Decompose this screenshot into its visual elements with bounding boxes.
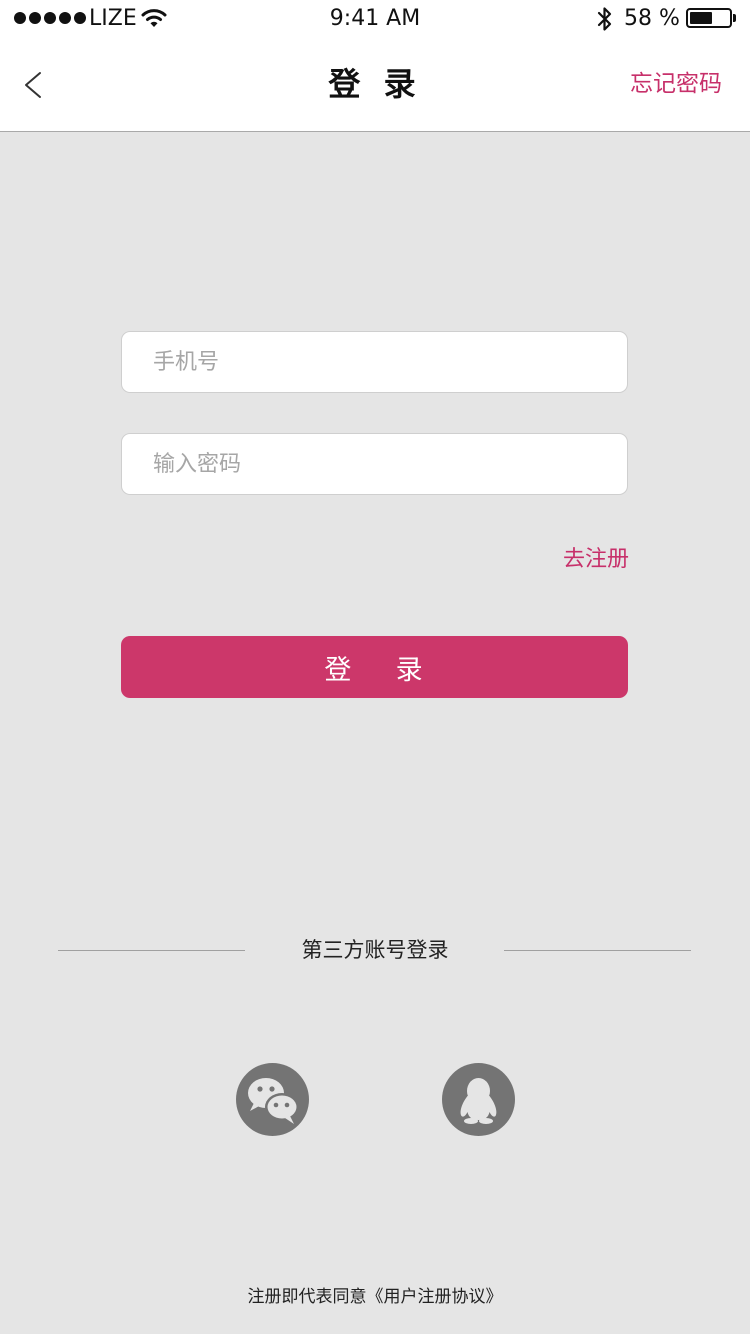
navigation-bar: 登 录 忘记密码 xyxy=(0,40,750,132)
qq-icon xyxy=(460,1078,497,1124)
forgot-password-link[interactable]: 忘记密码 xyxy=(630,68,722,100)
password-field[interactable] xyxy=(121,433,628,495)
register-link[interactable]: 去注册 xyxy=(563,544,629,576)
divider-line-right xyxy=(504,950,691,951)
battery-percentage: 58 % xyxy=(624,6,680,31)
bluetooth-icon xyxy=(597,7,612,31)
phone-input[interactable] xyxy=(122,332,627,392)
wechat-login-button[interactable] xyxy=(236,1063,309,1136)
login-button[interactable]: 登 录 xyxy=(121,636,628,698)
status-bar: LIZE 9:41 AM 58 % xyxy=(0,0,750,40)
battery-icon xyxy=(686,8,732,28)
user-agreement-link[interactable]: 《用户注册协议》 xyxy=(367,1287,503,1307)
qq-login-button[interactable] xyxy=(442,1063,515,1136)
battery-tip xyxy=(733,14,736,22)
battery-level xyxy=(690,12,712,24)
password-input[interactable] xyxy=(122,434,627,494)
wechat-icon xyxy=(248,1078,299,1124)
agreement-prefix: 注册即代表同意 xyxy=(247,1287,367,1307)
phone-field[interactable] xyxy=(121,331,628,393)
agreement-text: 注册即代表同意《用户注册协议》 xyxy=(0,1284,750,1310)
